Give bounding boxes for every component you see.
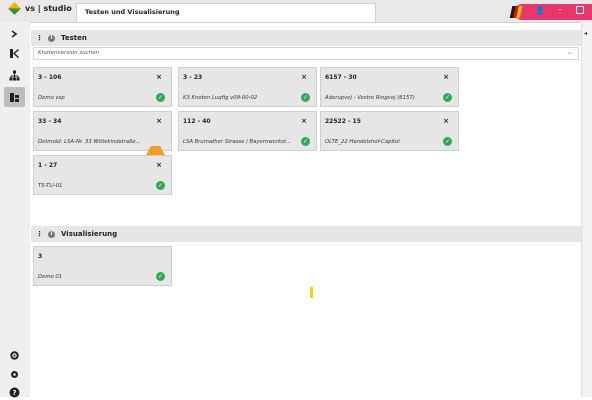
window-controls: 👤 – bbox=[509, 4, 592, 20]
status-ok-icon: ✓ bbox=[443, 93, 452, 102]
info-icon[interactable]: i bbox=[48, 230, 55, 238]
chevron-down-icon[interactable]: ⌄ bbox=[567, 49, 572, 56]
node-card-name: LSA Brumather Strasse / Bayernwerkst... bbox=[183, 139, 292, 145]
status-ok-icon: ✓ bbox=[156, 181, 165, 190]
node-card[interactable]: 3 - 23 K3 Knoten Luqfig v09-00-02 × ✓ bbox=[178, 67, 317, 107]
more-options-icon[interactable]: ⋮ bbox=[36, 34, 46, 42]
mouse-cursor-marker bbox=[310, 287, 313, 298]
close-icon[interactable]: × bbox=[443, 117, 449, 125]
minimize-button[interactable]: – bbox=[558, 5, 562, 14]
section-header-visualisierung: ⋮ i Visualisierung bbox=[31, 226, 581, 242]
logo-icon bbox=[8, 2, 21, 15]
node-card-id: 3 - 23 bbox=[183, 74, 203, 81]
node-card-name: OLTE_22 Handelshof-Capitol bbox=[325, 139, 400, 145]
node-card-id: 22522 - 15 bbox=[325, 118, 361, 125]
node-card[interactable]: 3 Demo 01 ✓ bbox=[33, 246, 172, 286]
right-panel[interactable]: ◂ bbox=[581, 22, 592, 397]
close-icon[interactable]: × bbox=[301, 117, 307, 125]
flag-icon bbox=[509, 6, 523, 18]
close-icon[interactable]: × bbox=[156, 117, 162, 125]
node-card[interactable]: 112 - 40 LSA Brumather Strasse / Bayernwe… bbox=[178, 111, 317, 151]
node-card-name: K3 Knoten Luqfig v09-00-02 bbox=[183, 95, 258, 101]
app-title: vs | studio bbox=[25, 4, 72, 13]
info-icon[interactable]: i bbox=[48, 34, 55, 42]
node-card[interactable]: 3 - 106 Demo vsp × ✓ bbox=[33, 67, 172, 107]
logo-k-icon[interactable] bbox=[6, 45, 22, 61]
title-bar: vs | studio Testen und Visualisierung 👤 … bbox=[0, 0, 592, 23]
close-icon[interactable]: × bbox=[443, 73, 449, 81]
advanced-settings-icon[interactable] bbox=[6, 366, 22, 382]
more-options-icon[interactable]: ⋮ bbox=[36, 230, 46, 238]
caret-left-icon[interactable]: ◂ bbox=[584, 30, 587, 37]
svg-text:?: ? bbox=[12, 389, 16, 397]
node-card[interactable]: 6157 - 30 Aderupvej - Vestre Ringvej (615… bbox=[320, 67, 459, 107]
node-card-id: 1 - 27 bbox=[38, 162, 58, 169]
status-ok-icon: ✓ bbox=[301, 93, 310, 102]
help-icon[interactable]: ? bbox=[6, 384, 22, 400]
node-card-name: Detmold: LSA-Nr. 33 Wittekindstraße... bbox=[38, 139, 141, 145]
status-ok-icon: ✓ bbox=[156, 93, 165, 102]
node-card-name: Demo 01 bbox=[38, 274, 63, 280]
node-version-search[interactable]: Knotenversion suchen ⌄ bbox=[33, 47, 579, 60]
close-icon[interactable]: × bbox=[301, 73, 307, 81]
section-title-visualisierung: Visualisierung bbox=[61, 230, 118, 238]
status-ok-icon: ✓ bbox=[156, 272, 165, 281]
node-card[interactable]: 33 - 34 Detmold: LSA-Nr. 33 Wittekindstra… bbox=[33, 111, 172, 155]
sidebar: ? bbox=[0, 22, 30, 397]
close-icon[interactable]: × bbox=[156, 73, 162, 81]
section-header-testen: ⋮ i Testen bbox=[31, 30, 581, 46]
node-card-id: 33 - 34 bbox=[38, 118, 62, 125]
app-logo: vs | studio bbox=[8, 2, 72, 15]
node-card-name: Aderupvej - Vestre Ringvej (6157) bbox=[325, 95, 415, 101]
section-title-testen: Testen bbox=[61, 34, 87, 42]
maximize-button[interactable] bbox=[576, 6, 584, 14]
node-card-id: 112 - 40 bbox=[183, 118, 211, 125]
tab-testen-visualisierung[interactable]: Testen und Visualisierung bbox=[76, 3, 376, 22]
chevron-right-icon[interactable] bbox=[6, 26, 22, 42]
status-ok-icon: ✓ bbox=[301, 137, 310, 146]
user-icon[interactable]: 👤 bbox=[535, 6, 545, 15]
node-card-name: Demo vsp bbox=[38, 95, 65, 101]
node-test-icon[interactable] bbox=[4, 87, 25, 107]
hierarchy-icon[interactable] bbox=[6, 67, 22, 83]
node-card-id: 3 bbox=[38, 253, 43, 260]
node-card[interactable]: 22522 - 15 OLTE_22 Handelshof-Capitol × ✓ bbox=[320, 111, 459, 151]
node-card-name: TS-TLI-01 bbox=[38, 183, 63, 189]
close-icon[interactable]: × bbox=[156, 161, 162, 169]
search-placeholder: Knotenversion suchen bbox=[38, 50, 100, 56]
node-card-id: 3 - 106 bbox=[38, 74, 62, 81]
node-card-id: 6157 - 30 bbox=[325, 74, 357, 81]
settings-icon[interactable] bbox=[6, 347, 22, 363]
status-ok-icon: ✓ bbox=[443, 137, 452, 146]
status-warning-icon bbox=[146, 137, 165, 155]
node-card[interactable]: 1 - 27 TS-TLI-01 × ✓ bbox=[33, 155, 172, 195]
